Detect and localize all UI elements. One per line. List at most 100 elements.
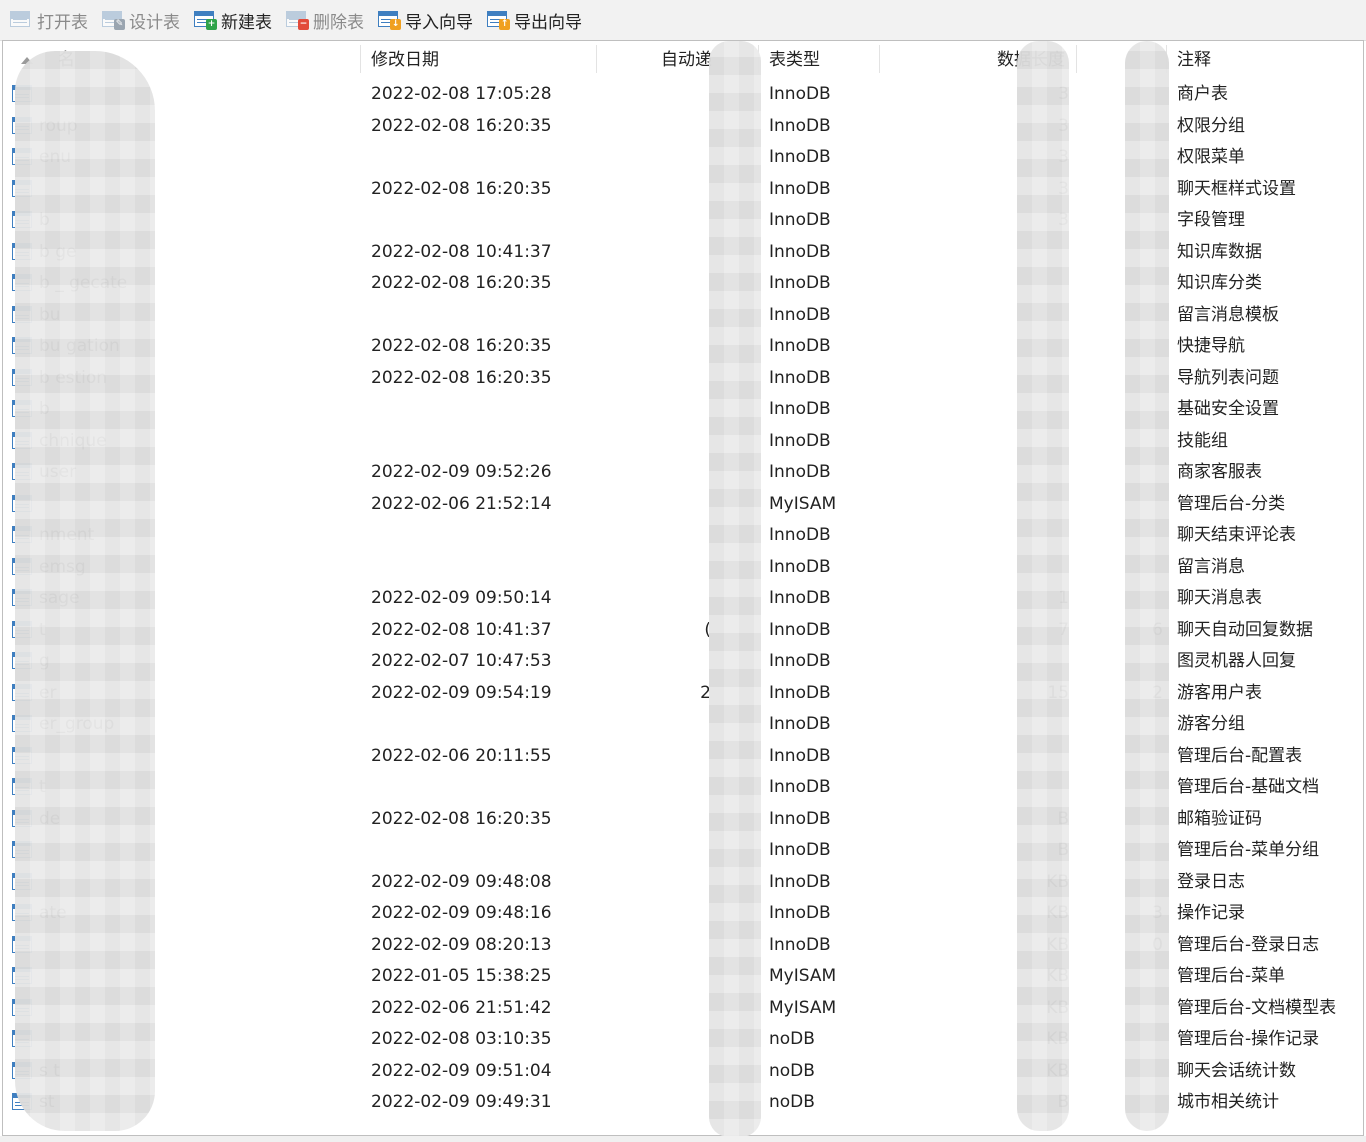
design-table-label: 设计表 [129, 12, 180, 33]
engine-cell: InnoDB [769, 241, 831, 262]
auto-increment-cell [599, 1087, 711, 1118]
comment-cell: 管理后台-操作记录 [1177, 1029, 1320, 1049]
auto-increment-cell [599, 993, 711, 1024]
auto-increment-cell [599, 1024, 711, 1055]
delete-table-icon: − [286, 11, 309, 30]
open-table-icon [10, 11, 32, 29]
column-header-comment[interactable]: 注释 [1177, 41, 1211, 77]
comment-cell: 聊天消息表 [1177, 588, 1262, 608]
comment-cell: 登录日志 [1177, 871, 1245, 892]
design-table-button[interactable]: ✎ 设计表 [102, 5, 180, 35]
engine-cell: InnoDB [769, 525, 831, 545]
comment-cell: 商家客服表 [1177, 462, 1262, 482]
engine-cell: InnoDB [769, 651, 831, 671]
engine-cell: InnoDB [769, 619, 831, 640]
redaction-mask-datalen [1017, 41, 1069, 1131]
engine-cell: InnoDB [769, 556, 831, 577]
column-header-modified[interactable]: 修改日期 [371, 41, 439, 77]
modified-date-cell [371, 142, 591, 173]
auto-increment-cell [599, 709, 711, 740]
auto-increment-cell [599, 394, 711, 425]
engine-cell: InnoDB [769, 147, 831, 167]
design-table-icon: ✎ [102, 11, 125, 30]
column-header-engine[interactable]: 表类型 [769, 41, 820, 77]
modified-date-cell: 2022-02-06 20:11:55 [371, 745, 552, 766]
comment-cell: 基础安全设置 [1177, 399, 1279, 419]
modified-date-cell: 2022-02-08 16:20:35 [371, 178, 552, 199]
modified-date-cell [371, 394, 591, 425]
engine-cell: InnoDB [769, 399, 831, 419]
import-wizard-button[interactable]: ↓ 导入向导 [378, 5, 473, 35]
auto-increment-cell [599, 174, 711, 205]
new-table-button[interactable]: + 新建表 [194, 5, 272, 35]
delete-table-label: 删除表 [313, 12, 364, 33]
engine-cell: InnoDB [769, 871, 831, 892]
comment-cell: 留言消息模板 [1177, 304, 1279, 325]
modified-date-cell [371, 300, 591, 331]
auto-increment-cell [599, 772, 711, 803]
engine-cell: InnoDB [769, 336, 831, 356]
comment-cell: 管理后台-登录日志 [1177, 934, 1320, 955]
comment-cell: 管理后台-菜单 [1177, 966, 1286, 986]
column-header-auto-increment[interactable]: 自动递 [661, 41, 712, 77]
auto-increment-cell [599, 898, 711, 929]
engine-cell: InnoDB [769, 934, 831, 955]
modified-date-cell [371, 772, 591, 803]
new-table-label: 新建表 [221, 12, 272, 33]
comment-cell: 知识库数据 [1177, 241, 1262, 262]
modified-date-cell: 2022-02-06 21:51:42 [371, 997, 552, 1018]
comment-cell: 权限分组 [1177, 115, 1245, 136]
modified-date-cell: 2022-02-09 09:50:14 [371, 588, 552, 608]
auto-increment-cell: ( [704, 619, 711, 640]
modified-date-cell: 2022-02-08 03:10:35 [371, 1029, 552, 1049]
auto-increment-cell [599, 835, 711, 866]
engine-cell: InnoDB [769, 714, 831, 734]
auto-increment-cell [599, 489, 711, 520]
comment-cell: 邮箱验证码 [1177, 808, 1262, 829]
auto-increment-cell [599, 1056, 711, 1087]
modified-date-cell: 2022-02-08 17:05:28 [371, 84, 552, 104]
auto-increment-cell [599, 331, 711, 362]
engine-cell: InnoDB [769, 273, 831, 293]
modified-date-cell [371, 835, 591, 866]
modified-date-cell: 2022-02-08 16:20:35 [371, 273, 552, 293]
auto-increment-cell [599, 741, 711, 772]
comment-cell: 聊天会话统计数 [1177, 1060, 1296, 1081]
open-table-button[interactable]: 打开表 [10, 5, 88, 35]
modified-date-cell: 2022-02-09 09:49:31 [371, 1092, 552, 1112]
modified-date-cell [371, 709, 591, 740]
modified-date-cell: 2022-02-09 09:52:26 [371, 462, 552, 482]
engine-cell: InnoDB [769, 115, 831, 136]
auto-increment-cell [599, 426, 711, 457]
comment-cell: 管理后台-文档模型表 [1177, 997, 1337, 1018]
auto-increment-cell [599, 457, 711, 488]
export-wizard-label: 导出向导 [514, 12, 582, 33]
modified-date-cell [371, 426, 591, 457]
engine-cell: noDB [769, 1060, 815, 1081]
redaction-mask-autoinc [709, 41, 761, 1137]
engine-cell: InnoDB [769, 903, 831, 923]
modified-date-cell: 2022-02-08 16:20:35 [371, 336, 552, 356]
comment-cell: 游客分组 [1177, 714, 1245, 734]
auto-increment-cell [599, 930, 711, 961]
delete-table-button[interactable]: − 删除表 [286, 5, 364, 35]
export-wizard-button[interactable]: ↑ 导出向导 [487, 5, 582, 35]
modified-date-cell [371, 205, 591, 236]
engine-cell: InnoDB [769, 588, 831, 608]
export-icon: ↑ [487, 11, 510, 30]
modified-date-cell: 2022-02-06 21:52:14 [371, 493, 552, 514]
comment-cell: 聊天自动回复数据 [1177, 619, 1313, 640]
comment-cell: 城市相关统计 [1177, 1092, 1279, 1112]
engine-cell: MyISAM [769, 493, 837, 514]
comment-cell: 快捷导航 [1177, 336, 1245, 356]
redaction-mask-free [1125, 41, 1169, 1131]
auto-increment-cell [599, 142, 711, 173]
engine-cell: InnoDB [769, 210, 831, 230]
modified-date-cell: 2022-02-09 09:48:08 [371, 871, 552, 892]
auto-increment-cell [599, 520, 711, 551]
comment-cell: 管理后台-配置表 [1177, 745, 1303, 766]
comment-cell: 管理后台-菜单分组 [1177, 840, 1320, 860]
comment-cell: 管理后台-基础文档 [1177, 777, 1320, 797]
auto-increment-cell [599, 268, 711, 299]
import-wizard-label: 导入向导 [405, 12, 473, 33]
